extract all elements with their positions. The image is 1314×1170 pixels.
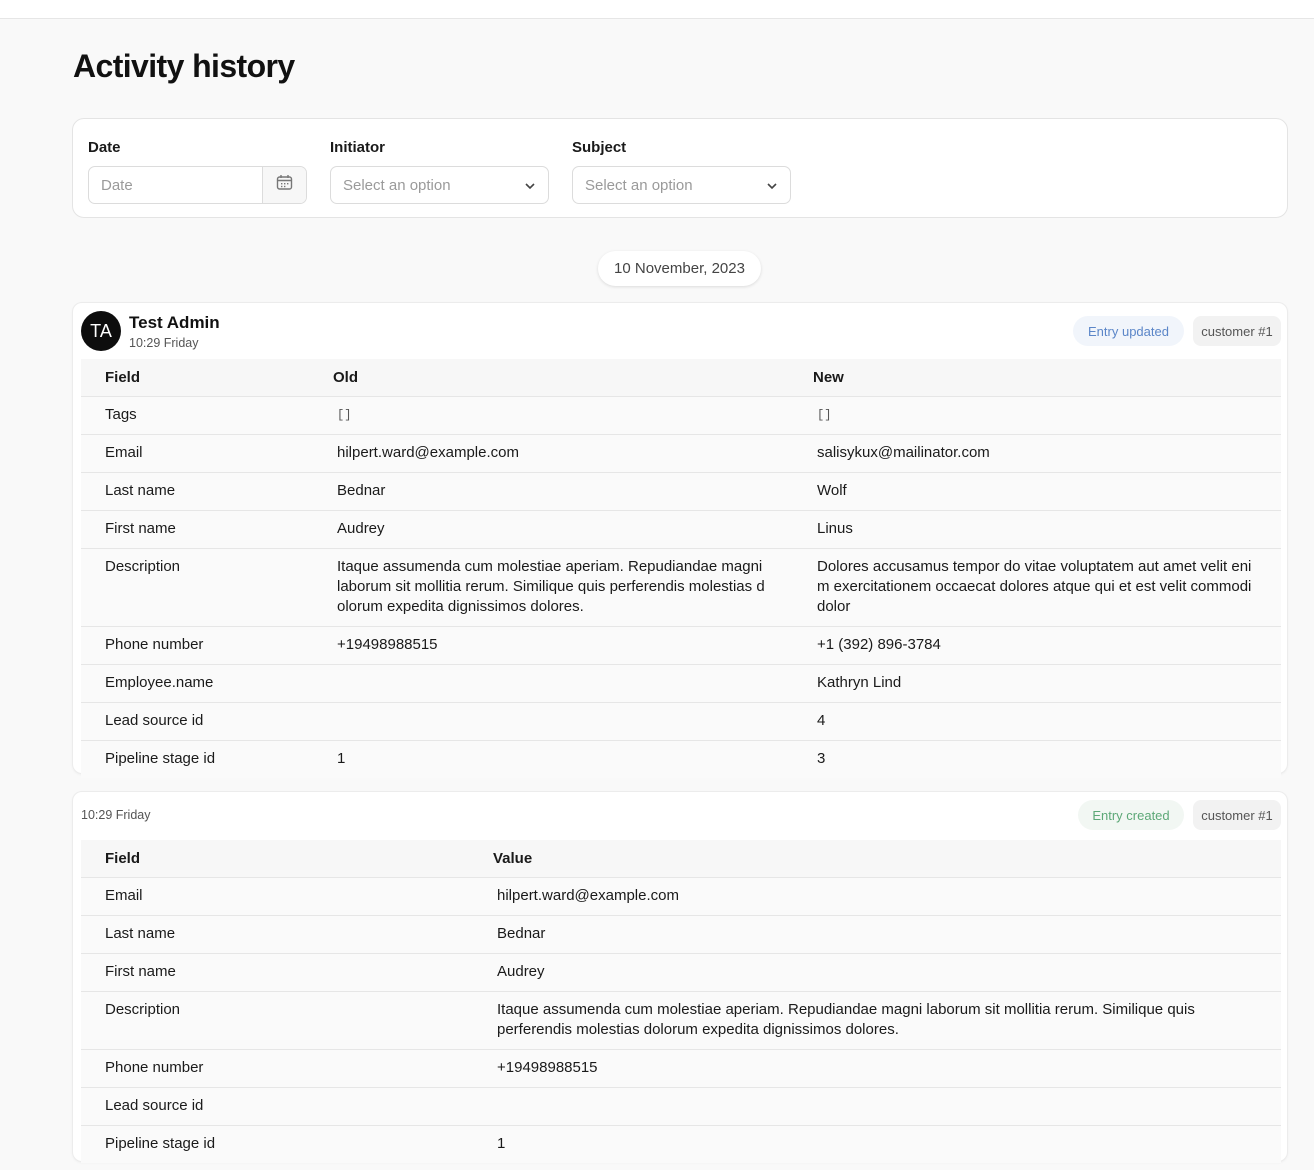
date-filter-label: Date (88, 139, 121, 156)
table-row: First name Audrey (81, 953, 1281, 992)
top-bar (0, 0, 1314, 19)
subject-select[interactable]: Select an option (572, 166, 791, 204)
initiator-name: Test Admin (129, 313, 220, 332)
column-header-value: Value (469, 840, 1281, 878)
changes-table: Field Old New Tags [] [] Email hilpert.w… (81, 359, 1281, 778)
old-value-cell: hilpert.ward@example.com (309, 434, 789, 473)
old-value-cell: [] (309, 396, 789, 435)
values-table: Field Value Email hilpert.ward@example.c… (81, 840, 1281, 1163)
action-badge: Entry created (1078, 800, 1184, 830)
new-value-cell: 4 (789, 702, 1281, 741)
new-value-cell: Wolf (789, 472, 1281, 511)
table-row: Phone number +19498988515 +1 (392) 896-3… (81, 626, 1281, 665)
table-header-row: Field Value (81, 840, 1281, 878)
chevron-down-icon (524, 179, 536, 197)
calendar-icon (276, 174, 293, 196)
value-cell (469, 1087, 1281, 1126)
new-value-cell: Dolores accusamus tempor do vitae volupt… (789, 548, 1281, 627)
column-header-old: Old (309, 359, 789, 397)
old-value-cell (309, 702, 789, 741)
table-row: Description Itaque assumenda cum molesti… (81, 991, 1281, 1050)
field-cell: Employee.name (81, 664, 309, 703)
date-picker (88, 166, 307, 204)
field-cell: Pipeline stage id (81, 740, 309, 778)
table-row: Pipeline stage id 1 3 (81, 740, 1281, 778)
avatar: TA (81, 311, 121, 351)
field-cell: Phone number (81, 626, 309, 665)
subject-select-placeholder: Select an option (585, 177, 693, 194)
field-cell: Description (81, 991, 469, 1050)
page-title: Activity history (73, 48, 295, 84)
new-value-cell: 3 (789, 740, 1281, 778)
subject-filter-label: Subject (572, 139, 627, 156)
table-row: Lead source id 4 (81, 702, 1281, 741)
table-header-row: Field Old New (81, 359, 1281, 397)
field-cell: Last name (81, 915, 469, 954)
activity-entry-created: 10:29 Friday Entry created customer #1 F… (72, 791, 1288, 1163)
table-row: Tags [] [] (81, 396, 1281, 435)
new-value-cell: Linus (789, 510, 1281, 549)
value-cell: Bednar (469, 915, 1281, 954)
column-header-new: New (789, 359, 1281, 397)
value-cell: 1 (469, 1125, 1281, 1163)
value-cell: +19498988515 (469, 1049, 1281, 1088)
entry-timestamp: 10:29 Friday (129, 336, 199, 350)
table-row: Description Itaque assumenda cum molesti… (81, 548, 1281, 627)
table-row: Email hilpert.ward@example.com salisykux… (81, 434, 1281, 473)
field-cell: Lead source id (81, 702, 309, 741)
value-cell: Itaque assumenda cum molestiae aperiam. … (469, 991, 1281, 1050)
initiator-filter-label: Initiator (330, 139, 385, 156)
activity-entry-updated: TA Test Admin 10:29 Friday Entry updated… (72, 302, 1288, 778)
chevron-down-icon (766, 179, 778, 197)
field-cell: First name (81, 953, 469, 992)
field-cell: Tags (81, 396, 309, 435)
table-row: Pipeline stage id 1 (81, 1125, 1281, 1163)
calendar-button[interactable] (262, 167, 306, 203)
old-value-cell: +19498988515 (309, 626, 789, 665)
old-value-cell: Bednar (309, 472, 789, 511)
table-row: Last name Bednar (81, 915, 1281, 954)
table-row: First name Audrey Linus (81, 510, 1281, 549)
field-cell: Email (81, 877, 469, 916)
table-row: Lead source id (81, 1087, 1281, 1126)
table-row: Phone number +19498988515 (81, 1049, 1281, 1088)
filters-panel: Date Date Initiator Select an option Sub… (72, 118, 1288, 218)
value-cell: Audrey (469, 953, 1281, 992)
field-cell: Last name (81, 472, 309, 511)
column-header-field: Field (81, 840, 469, 878)
initiator-select-placeholder: Select an option (343, 177, 451, 194)
old-value-cell: Audrey (309, 510, 789, 549)
field-cell: Description (81, 548, 309, 627)
new-value-cell: [] (789, 396, 1281, 435)
field-cell: Email (81, 434, 309, 473)
initiator-select[interactable]: Select an option (330, 166, 549, 204)
field-cell: Phone number (81, 1049, 469, 1088)
table-row: Email hilpert.ward@example.com (81, 877, 1281, 916)
new-value-cell: +1 (392) 896-3784 (789, 626, 1281, 665)
action-badge: Entry updated (1073, 316, 1184, 346)
field-cell: Lead source id (81, 1087, 469, 1126)
old-value-cell: 1 (309, 740, 789, 778)
new-value-cell: Kathryn Lind (789, 664, 1281, 703)
value-cell: hilpert.ward@example.com (469, 877, 1281, 916)
old-value-cell (309, 664, 789, 703)
field-cell: Pipeline stage id (81, 1125, 469, 1163)
table-row: Employee.name Kathryn Lind (81, 664, 1281, 703)
field-cell: First name (81, 510, 309, 549)
date-input[interactable] (89, 167, 263, 203)
old-value-cell: Itaque assumenda cum molestiae aperiam. … (309, 548, 789, 627)
table-row: Last name Bednar Wolf (81, 472, 1281, 511)
day-separator: 10 November, 2023 (598, 251, 761, 286)
subject-badge[interactable]: customer #1 (1193, 800, 1281, 830)
column-header-field: Field (81, 359, 309, 397)
subject-badge[interactable]: customer #1 (1193, 316, 1281, 346)
entry-timestamp: 10:29 Friday (81, 808, 151, 822)
new-value-cell: salisykux@mailinator.com (789, 434, 1281, 473)
